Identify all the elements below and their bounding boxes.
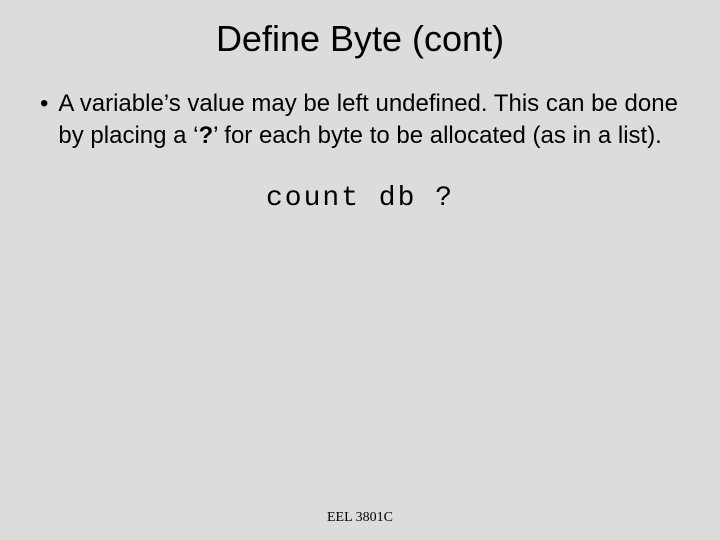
bullet-item: • A variable’s value may be left undefin… <box>40 88 680 153</box>
bullet-text-bold: ? <box>199 122 214 149</box>
bullet-text: A variable’s value may be left undefined… <box>58 88 680 153</box>
code-example: count db ? <box>40 183 680 214</box>
slide: Define Byte (cont) • A variable’s value … <box>0 0 720 540</box>
slide-title: Define Byte (cont) <box>40 18 680 60</box>
bullet-marker: • <box>40 88 48 120</box>
slide-footer: EEL 3801C <box>0 510 720 526</box>
bullet-text-post: ’ for each byte to be allocated (as in a… <box>213 122 662 149</box>
